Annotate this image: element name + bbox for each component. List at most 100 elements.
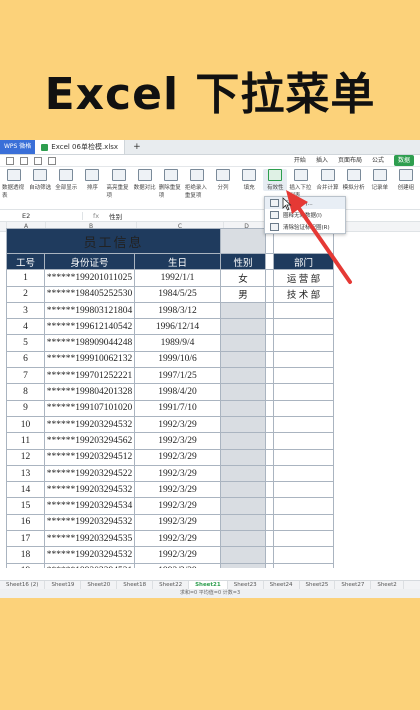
cell-dept[interactable] (273, 399, 334, 417)
cell-gender[interactable] (220, 513, 266, 532)
cell-gender[interactable]: 女 (220, 269, 266, 287)
cell-id[interactable]: 8 (6, 383, 45, 401)
cell-id[interactable]: 5 (6, 334, 45, 352)
ribbon-button-2[interactable]: 全部显示 (54, 169, 78, 191)
ribbon-button-7[interactable]: 拒绝录入重复项 (185, 169, 209, 199)
cell-idcard[interactable]: ******199203294522 (44, 464, 135, 483)
cell-dept[interactable] (273, 350, 334, 369)
cell-id[interactable]: 14 (6, 481, 45, 499)
cell-idcard[interactable]: ******199203294532 (44, 481, 135, 499)
cell-dept[interactable] (273, 432, 334, 450)
cell-id[interactable]: 13 (6, 464, 45, 483)
cell-idcard[interactable]: ******199701252221 (44, 367, 135, 385)
header-id[interactable]: 工号 (6, 252, 45, 271)
cell-idcard[interactable]: ******199107101020 (44, 399, 135, 417)
name-box[interactable]: E2 (0, 211, 83, 220)
cell-gender[interactable] (220, 334, 266, 352)
cell-idcard[interactable]: ******199203294534 (44, 497, 135, 515)
cell-dept[interactable] (273, 562, 334, 568)
cell-gender[interactable] (220, 530, 266, 548)
redo-icon[interactable] (48, 156, 56, 165)
cell-dept[interactable] (273, 481, 334, 499)
cell-gender[interactable] (220, 562, 266, 568)
cell-birthday[interactable]: 1996/12/14 (134, 318, 221, 336)
cell-gender[interactable] (220, 350, 266, 369)
cell-idcard[interactable]: ******199203294532 (44, 415, 135, 434)
cell-idcard[interactable]: ******199203294532 (44, 546, 135, 564)
ribbon-button-0[interactable]: 数据透视表 (2, 169, 26, 199)
header-gender[interactable]: 性别 (220, 252, 266, 271)
header-idcard[interactable]: 身份证号 (44, 252, 135, 271)
cell-dept[interactable] (273, 513, 334, 532)
menu-tab-0[interactable]: 开始 (294, 155, 306, 166)
file-tab[interactable]: Excel 06单检模.xlsx (35, 140, 126, 154)
cell-gender[interactable] (220, 399, 266, 417)
table-title[interactable]: 员工信息 (6, 228, 221, 254)
cell-birthday[interactable]: 1992/3/29 (134, 415, 221, 434)
cell-birthday[interactable]: 1992/3/29 (134, 546, 221, 564)
cell-dept[interactable] (273, 497, 334, 515)
menu-tab-2[interactable]: 页面布局 (338, 155, 362, 166)
cell-birthday[interactable]: 1992/3/29 (134, 448, 221, 466)
cell-idcard[interactable]: ******199612140542 (44, 318, 135, 336)
save-icon[interactable] (6, 156, 14, 165)
cell-birthday[interactable]: 1992/3/29 (134, 497, 221, 515)
undo-icon[interactable] (34, 156, 42, 165)
cell-idcard[interactable]: ******199803121804 (44, 301, 135, 320)
cell-idcard[interactable]: ******199203294532 (44, 513, 135, 532)
cell-gender[interactable]: 男 (220, 285, 266, 303)
cell-dept[interactable] (273, 530, 334, 548)
cell-id[interactable]: 19 (6, 562, 45, 568)
cell-dept[interactable] (273, 383, 334, 401)
cell-id[interactable]: 4 (6, 318, 45, 336)
ribbon-button-6[interactable]: 删除重复项 (159, 169, 183, 199)
cell-dept[interactable] (273, 464, 334, 483)
cell-birthday[interactable]: 1992/3/29 (134, 562, 221, 568)
menu-tab-1[interactable]: 插入 (316, 155, 328, 166)
cell-dept[interactable] (273, 367, 334, 385)
cell-birthday[interactable]: 1992/3/29 (134, 481, 221, 499)
cell-id[interactable]: 1 (6, 269, 45, 287)
cell-gender[interactable] (220, 497, 266, 515)
ribbon-button-15[interactable]: 创建组 (394, 169, 418, 191)
cell-gender[interactable] (220, 301, 266, 320)
cell-birthday[interactable]: 1991/7/10 (134, 399, 221, 417)
cell-idcard[interactable]: ******199203294512 (44, 448, 135, 466)
cell-idcard[interactable]: ******199203294562 (44, 432, 135, 450)
cell-birthday[interactable]: 1998/4/20 (134, 383, 221, 401)
print-icon[interactable] (20, 156, 28, 165)
ribbon-button-8[interactable]: 分列 (211, 169, 235, 191)
cell-id[interactable]: 11 (6, 432, 45, 450)
cell-id[interactable]: 10 (6, 415, 45, 434)
ribbon-button-4[interactable]: 高亮重复项 (107, 169, 131, 199)
cell-idcard[interactable]: ******198909044248 (44, 334, 135, 352)
header-birthday[interactable]: 生日 (134, 252, 221, 271)
cell-birthday[interactable]: 1992/3/29 (134, 432, 221, 450)
new-tab-button[interactable]: + (125, 142, 149, 152)
cell-birthday[interactable]: 1992/1/1 (134, 269, 221, 287)
cell-birthday[interactable]: 1992/3/29 (134, 464, 221, 483)
cell-id[interactable]: 2 (6, 285, 45, 303)
cell-id[interactable]: 16 (6, 513, 45, 532)
cell-idcard[interactable]: ******199201011025 (44, 269, 135, 287)
cell-idcard[interactable]: ******198405252530 (44, 285, 135, 303)
cell-gender[interactable] (220, 383, 266, 401)
cell-id[interactable]: 12 (6, 448, 45, 466)
gender-column-cell[interactable] (220, 228, 266, 254)
cell-gender[interactable] (220, 464, 266, 483)
cell-gender[interactable] (220, 415, 266, 434)
ribbon-button-5[interactable]: 数据对比 (133, 169, 157, 191)
cell-gender[interactable] (220, 432, 266, 450)
ribbon-button-3[interactable]: 排序 (80, 169, 104, 191)
cell-idcard[interactable]: ******199203294535 (44, 530, 135, 548)
cell-gender[interactable] (220, 546, 266, 564)
cell-gender[interactable] (220, 367, 266, 385)
cell-dept[interactable] (273, 415, 334, 434)
cell-id[interactable]: 6 (6, 350, 45, 369)
cell-birthday[interactable]: 1989/9/4 (134, 334, 221, 352)
formula-input[interactable]: 性别 (109, 211, 122, 221)
menu-tab-4[interactable]: 数据 (393, 155, 414, 166)
cell-id[interactable]: 15 (6, 497, 45, 515)
menu-tab-3[interactable]: 公式 (372, 155, 384, 166)
cell-idcard[interactable]: ******199910062132 (44, 350, 135, 369)
